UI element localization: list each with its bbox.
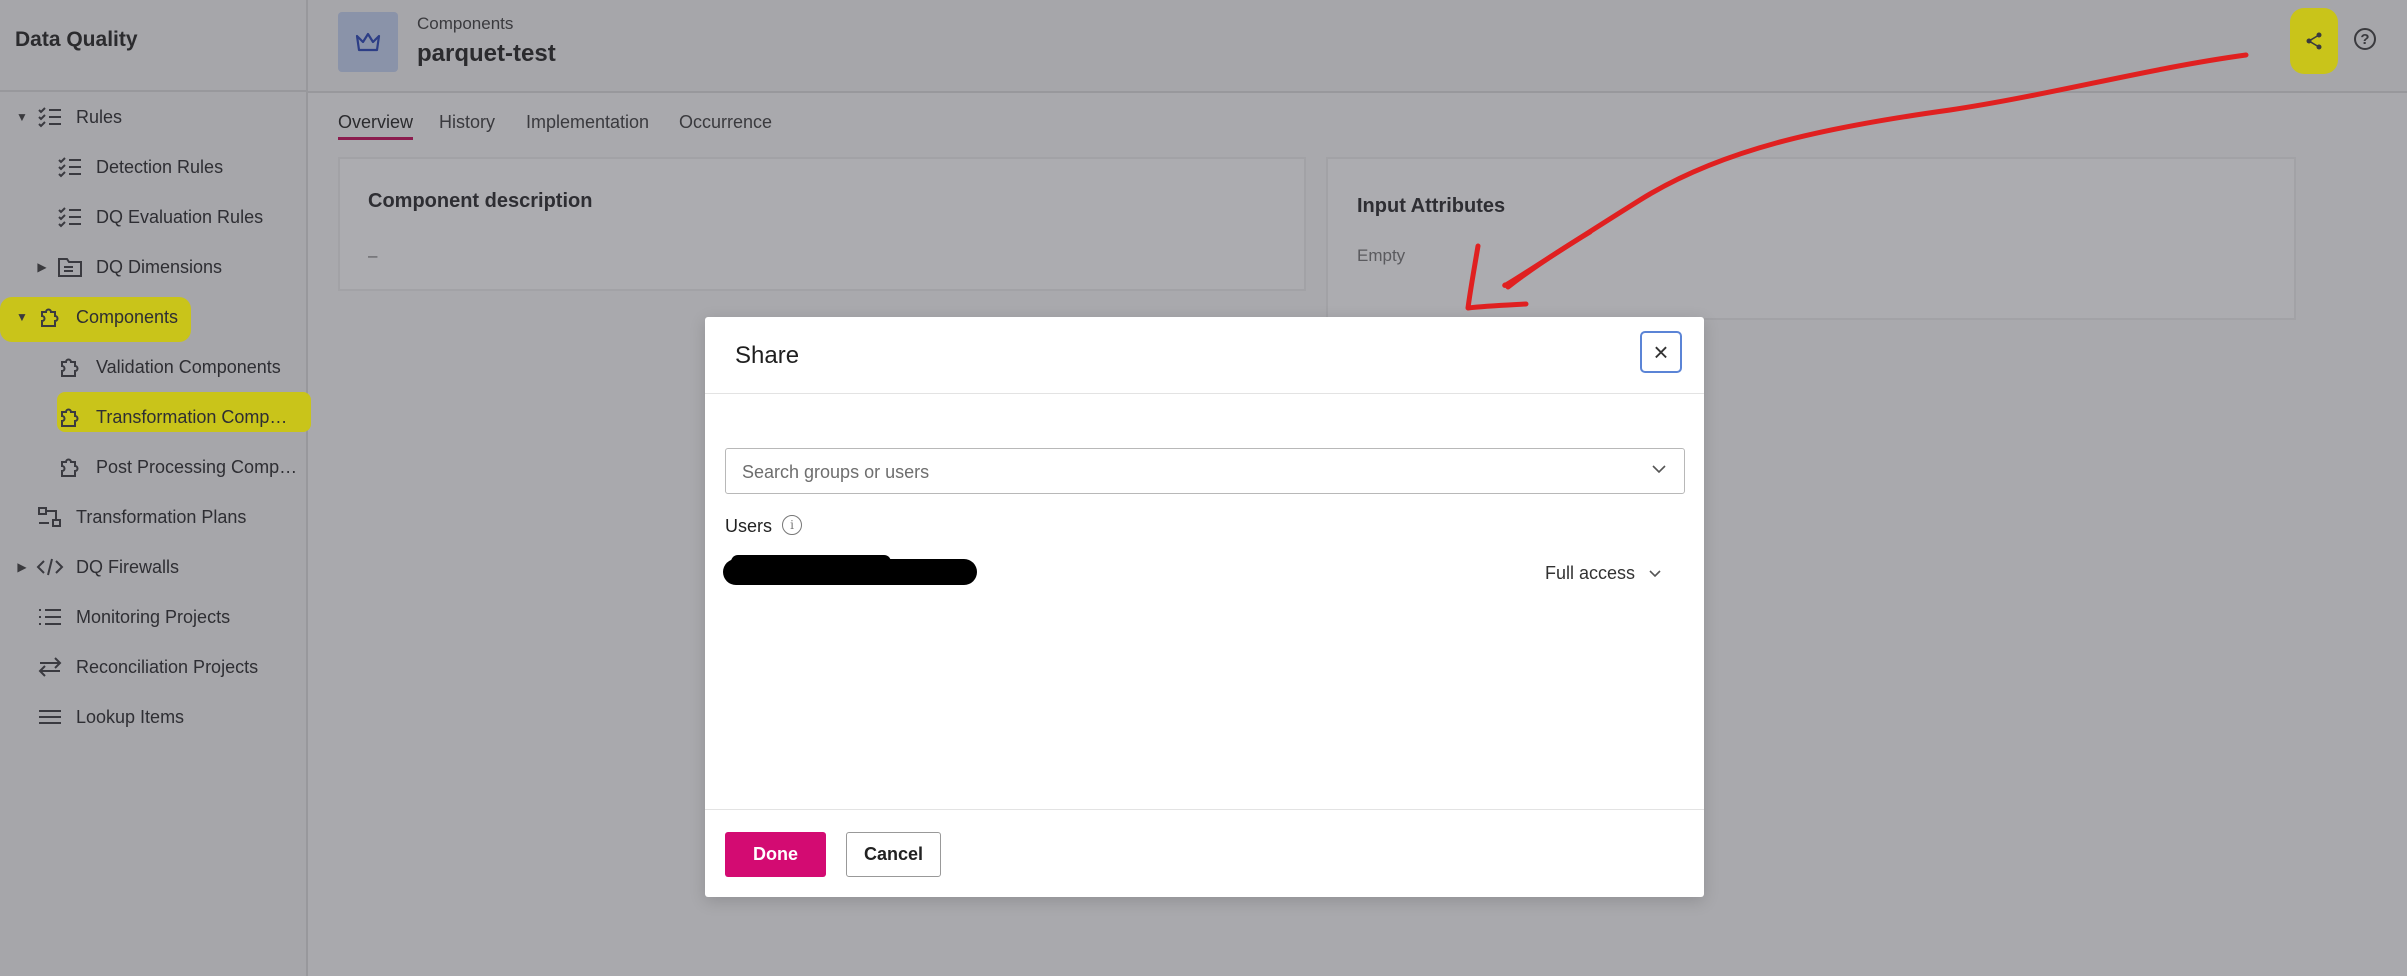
description-value: – [368,246,378,265]
share-icon[interactable] [2290,8,2338,74]
folder-icon [56,255,84,279]
dialog-title: Share [735,342,800,369]
breadcrumb[interactable]: Components [417,14,513,34]
tab-overview[interactable]: Overview [338,112,414,140]
page-title: parquet-test [417,40,556,67]
sidebar-item-label: Validation Components [96,356,281,377]
sidebar-item-label: DQ Evaluation Rules [96,206,264,227]
sidebar-item-dq-dimensions[interactable]: ▶ DQ Dimensions [36,242,222,292]
sidebar-item-label: Post Processing Comp… [96,456,298,477]
help-icon[interactable]: ? [2354,28,2376,50]
sidebar-item-label: DQ Dimensions [96,256,223,277]
caret-down-icon[interactable]: ▼ [16,110,28,124]
access-level-select[interactable]: Full access [1545,563,1663,584]
plans-icon [36,505,64,529]
sidebar-item-transformation-components[interactable]: Transformation Comp… [56,392,287,442]
card-title: Component description [368,190,593,212]
list-icon [36,605,64,629]
caret-right-icon[interactable]: ▶ [36,260,48,274]
access-level-value: Full access [1545,563,1636,583]
lines-icon [36,705,64,729]
users-label: Users [725,516,773,536]
top-bar [308,0,2407,93]
caret-right-icon[interactable]: ▶ [16,560,28,574]
sidebar-item-label: Rules [76,106,123,127]
sidebar-item-label: Transformation Plans [76,506,247,527]
swap-icon [36,655,64,679]
sidebar-item-dq-evaluation-rules[interactable]: DQ Evaluation Rules [56,192,263,242]
crown-icon [338,12,398,72]
input-attributes-card [1326,157,2296,320]
chevron-down-icon [1649,569,1661,577]
chevron-down-icon[interactable] [1650,460,1668,478]
sidebar-item-label: Monitoring Projects [76,606,231,627]
caret-down-icon[interactable]: ▼ [16,310,28,324]
sidebar-item-label: DQ Firewalls [76,556,180,577]
sidebar-item-detection-rules[interactable]: Detection Rules [56,142,223,192]
sidebar-item-components[interactable]: ▼ Components [16,292,178,342]
app-title: Data Quality [15,28,138,51]
done-button[interactable]: Done [725,832,826,877]
sidebar-item-dq-firewalls[interactable]: ▶ DQ Firewalls [16,542,179,592]
sidebar-item-rules[interactable]: ▼ Rules [16,92,122,142]
sidebar-item-label: Lookup Items [76,706,185,727]
sidebar-item-monitoring-projects[interactable]: Monitoring Projects [36,592,230,642]
info-icon[interactable]: i [782,515,802,535]
puzzle-icon [56,355,84,379]
sidebar-item-label: Components [76,306,179,327]
cancel-button[interactable]: Cancel [846,832,941,877]
sidebar-item-label: Reconciliation Projects [76,656,259,677]
sidebar-item-label: Transformation Comp… [96,406,288,427]
code-icon [36,555,64,579]
checklist-icon [56,155,84,179]
sidebar-item-label: Detection Rules [96,156,224,177]
puzzle-icon [56,405,84,429]
search-combobox[interactable] [725,448,1685,495]
attributes-value: Empty [1357,246,1406,265]
sidebar-item-lookup-items[interactable]: Lookup Items [36,692,184,742]
sidebar-item-transformation-plans[interactable]: Transformation Plans [36,492,246,542]
puzzle-icon [36,305,64,329]
share-dialog: Share × Users i Full access Done Cancel [705,317,1704,897]
puzzle-icon [56,455,84,479]
tab-occurrence[interactable]: Occurrence [679,112,772,133]
component-description-card [338,157,1306,291]
sidebar-item-validation-components[interactable]: Validation Components [56,342,281,392]
divider [705,393,1704,394]
tab-history[interactable]: History [439,112,495,133]
checklist-icon [56,205,84,229]
sidebar-item-post-processing-components[interactable]: Post Processing Comp… [56,442,297,492]
sidebar-item-reconciliation-projects[interactable]: Reconciliation Projects [36,642,258,692]
checklist-icon [36,105,64,129]
divider [705,809,1704,810]
tab-implementation[interactable]: Implementation [526,112,649,133]
card-title: Input Attributes [1357,195,1506,217]
close-icon[interactable]: × [1640,331,1682,373]
search-input[interactable] [740,449,1624,495]
redacted-user-name [723,555,977,585]
